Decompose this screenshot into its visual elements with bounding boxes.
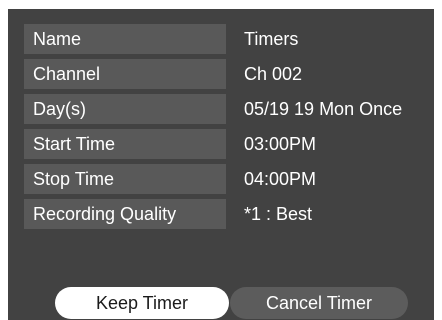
field-label-stop-time: Stop Time — [24, 164, 226, 194]
field-label-name: Name — [24, 24, 226, 54]
cancel-timer-button[interactable]: Cancel Timer — [230, 287, 408, 319]
field-label-channel: Channel — [24, 59, 226, 89]
field-value-channel: Ch 002 — [244, 64, 303, 84]
field-label-days: Day(s) — [24, 94, 226, 124]
field-label-start-time: Start Time — [24, 129, 226, 159]
field-value-name: Timers — [244, 29, 299, 49]
field-value-start-time: 03:00PM — [244, 134, 317, 154]
field-value-days: 05/19 19 Mon Once — [244, 99, 403, 119]
keep-timer-button[interactable]: Keep Timer — [55, 287, 229, 319]
timer-details-panel: Name Timers Channel Ch 002 Day(s) 05/19 … — [8, 9, 434, 320]
field-value-stop-time: 04:00PM — [244, 169, 317, 189]
field-value-recording-quality: *1 : Best — [244, 204, 313, 224]
field-label-recording-quality: Recording Quality — [24, 199, 226, 229]
